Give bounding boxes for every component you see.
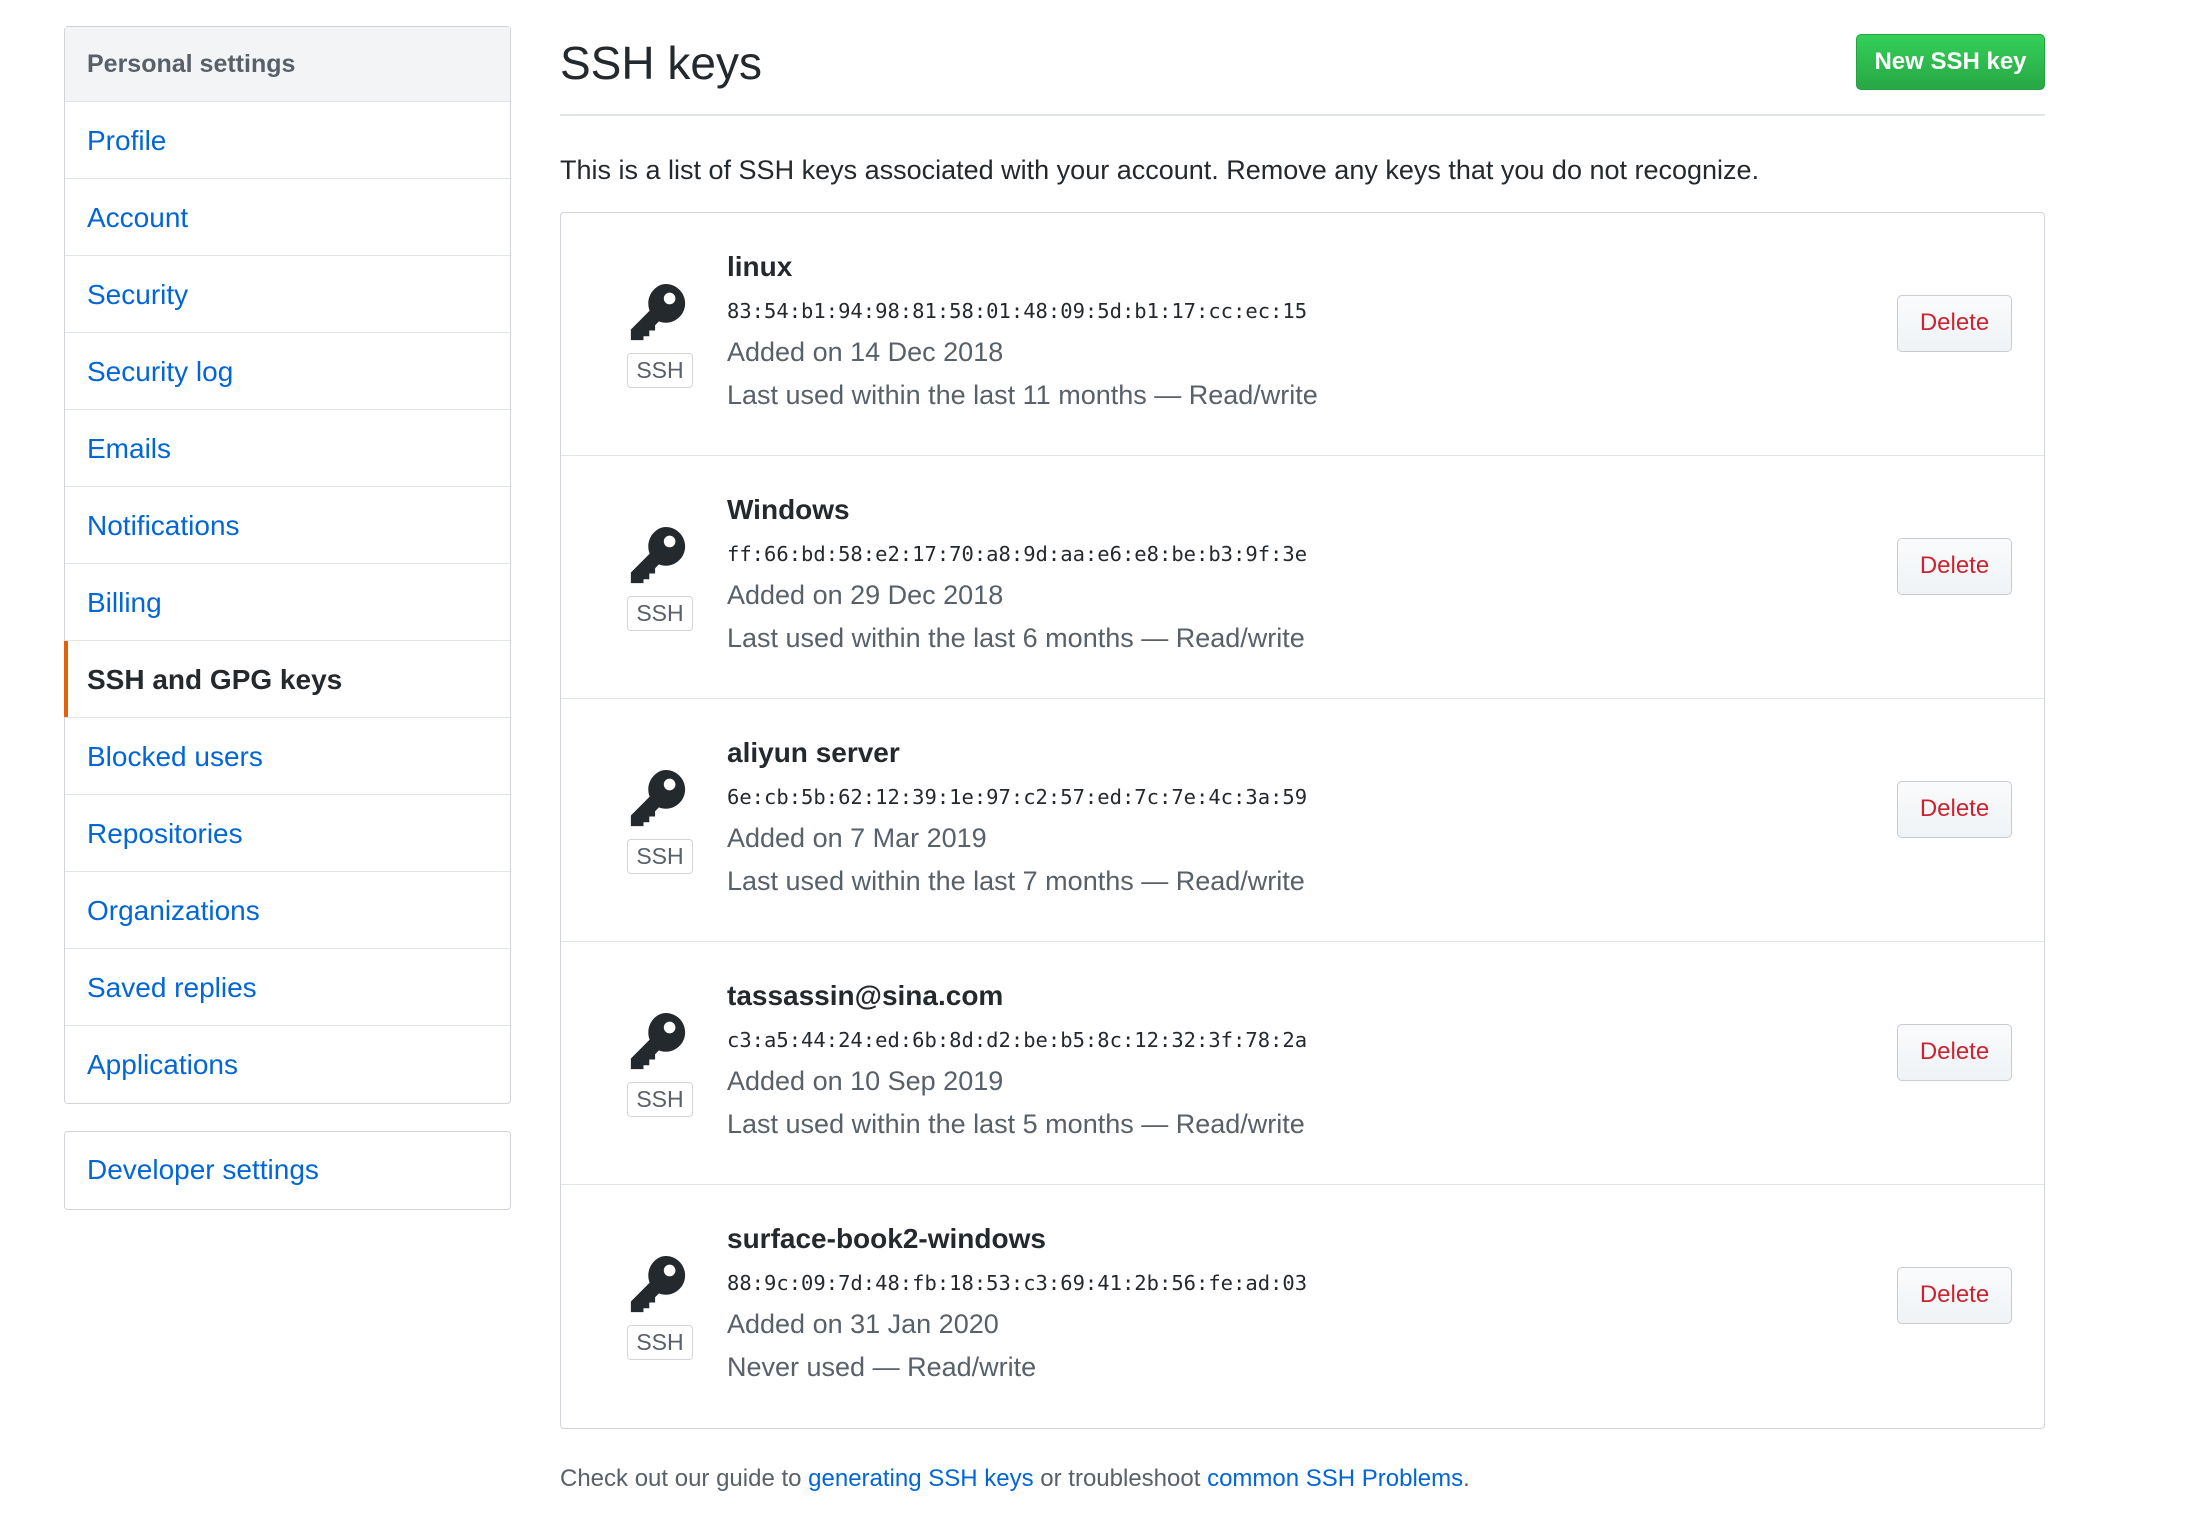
sidebar-item-security[interactable]: Security [65,256,510,333]
key-title: surface-book2-windows [727,1223,1046,1254]
sidebar-item-organizations[interactable]: Organizations [65,872,510,949]
key-icon [630,283,686,341]
key-added-date: Added on 10 Sep 2019 [727,1066,1004,1096]
generating-ssh-keys-link[interactable]: generating SSH keys [808,1465,1033,1492]
sidebar-item-saved-replies[interactable]: Saved replies [65,949,510,1026]
key-last-used: Last used within the last 5 months — Rea… [727,1109,1305,1139]
delete-button[interactable]: Delete [1897,781,2012,838]
page-title: SSH keys [560,37,762,89]
key-added-date: Added on 14 Dec 2018 [727,337,1004,367]
key-last-used: Last used within the last 7 months — Rea… [727,866,1305,896]
ssh-key-row: SSH tassassin@sina.com c3:a5:44:24:ed:6b… [561,942,2044,1185]
key-icon [630,769,686,827]
key-last-used: Last used within the last 6 months — Rea… [727,623,1305,653]
key-fingerprint: 6e:cb:5b:62:12:39:1e:97:c2:57:ed:7c:7e:4… [727,785,1308,809]
sidebar-item-notifications[interactable]: Notifications [65,487,510,564]
key-fingerprint: 83:54:b1:94:98:81:58:01:48:09:5d:b1:17:c… [727,299,1308,323]
key-title: aliyun server [727,737,900,768]
sidebar-item-profile[interactable]: Profile [65,102,510,179]
key-last-used: Never used — Read/write [727,1352,1037,1382]
key-title: Windows [727,494,850,525]
new-ssh-key-button[interactable]: New SSH key [1856,34,2045,90]
help-prefix: Check out our guide to [560,1465,809,1492]
delete-button[interactable]: Delete [1897,538,2012,595]
sidebar-item-applications[interactable]: Applications [65,1026,510,1103]
key-icon [630,526,686,584]
sidebar-item-ssh-gpg-keys[interactable]: SSH and GPG keys [63,641,510,718]
key-last-used: Last used within the last 11 months — Re… [727,380,1318,410]
key-icon [630,1255,686,1313]
common-ssh-problems-link[interactable]: common SSH Problems [1207,1465,1463,1492]
intro-text: This is a list of SSH keys associated wi… [560,155,1760,185]
key-icon [630,1012,686,1070]
delete-button[interactable]: Delete [1897,1024,2012,1081]
delete-button[interactable]: Delete [1897,1267,2012,1324]
settings-sidebar: Personal settings Profile Account Securi… [63,26,511,1104]
sidebar-item-account[interactable]: Account [65,179,510,256]
sidebar-heading: Personal settings [65,27,510,102]
ssh-key-row: SSH aliyun server 6e:cb:5b:62:12:39:1e:9… [561,699,2044,942]
ssh-badge: SSH [627,596,693,631]
sidebar-item-blocked-users[interactable]: Blocked users [65,718,510,795]
ssh-badge: SSH [627,353,693,388]
title-divider [560,114,2045,116]
key-title: tassassin@sina.com [727,980,1004,1011]
key-fingerprint: ff:66:bd:58:e2:17:70:a8:9d:aa:e6:e8:be:b… [727,542,1308,566]
sidebar-item-repositories[interactable]: Repositories [65,795,510,872]
ssh-key-row: SSH linux 83:54:b1:94:98:81:58:01:48:09:… [561,213,2044,456]
key-fingerprint: c3:a5:44:24:ed:6b:8d:d2:be:b5:8c:12:32:3… [727,1028,1308,1052]
key-added-date: Added on 7 Mar 2019 [727,823,987,853]
sidebar-item-billing[interactable]: Billing [65,564,510,641]
key-title: linux [727,251,793,282]
ssh-key-row: SSH surface-book2-windows 88:9c:09:7d:48… [561,1185,2044,1428]
ssh-badge: SSH [627,839,693,874]
ssh-key-row: SSH Windows ff:66:bd:58:e2:17:70:a8:9d:a… [561,456,2044,699]
key-fingerprint: 88:9c:09:7d:48:fb:18:53:c3:69:41:2b:56:f… [727,1271,1308,1295]
help-text: Check out our guide to generating SSH ke… [560,1465,1470,1493]
sidebar-item-emails[interactable]: Emails [65,410,510,487]
sidebar-item-developer-settings[interactable]: Developer settings [64,1131,511,1210]
delete-button[interactable]: Delete [1897,295,2012,352]
key-added-date: Added on 29 Dec 2018 [727,580,1004,610]
sidebar-item-security-log[interactable]: Security log [65,333,510,410]
ssh-keys-list: SSH linux 83:54:b1:94:98:81:58:01:48:09:… [560,212,2045,1429]
key-added-date: Added on 31 Jan 2020 [727,1309,999,1339]
ssh-badge: SSH [627,1325,693,1360]
ssh-badge: SSH [627,1082,693,1117]
help-suffix: . [1463,1465,1470,1492]
help-middle: or troubleshoot [1033,1465,1208,1492]
